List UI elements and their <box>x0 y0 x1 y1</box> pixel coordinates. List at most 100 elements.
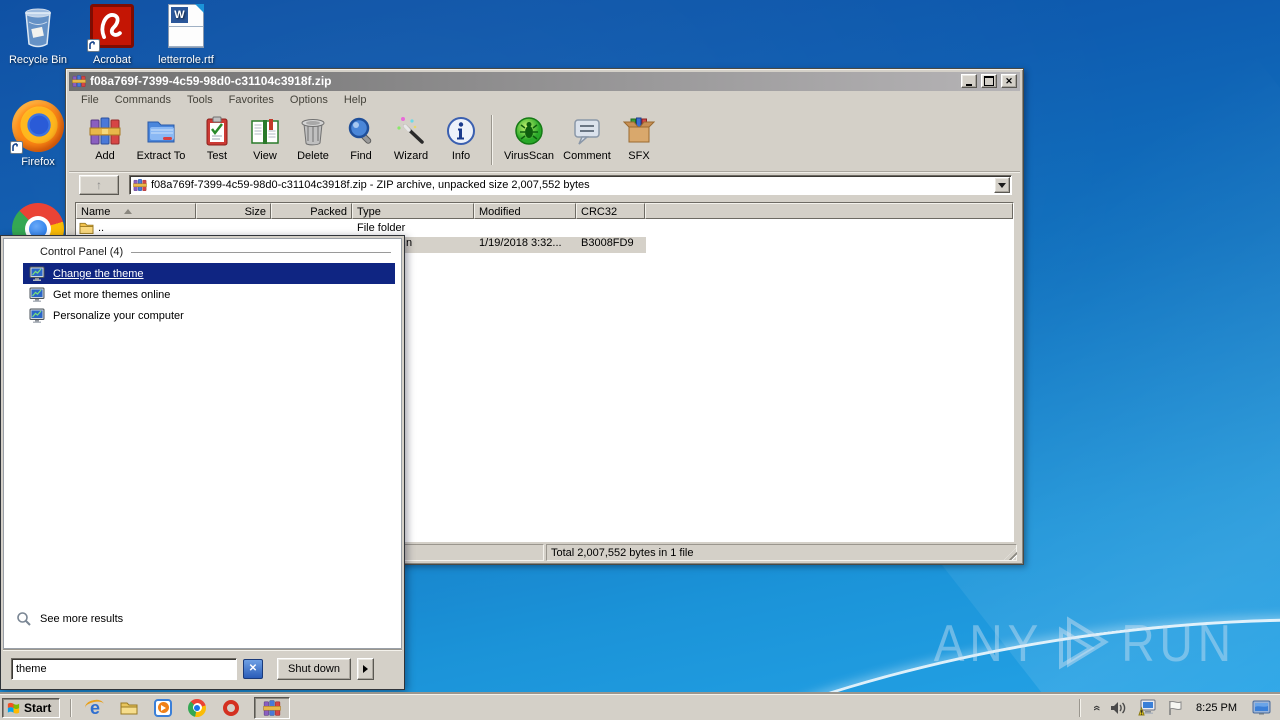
toolbar-label: View <box>253 149 277 162</box>
toolbar-label: Comment <box>563 149 611 162</box>
menu-file[interactable]: File <box>73 92 107 108</box>
search-results-panel: Control Panel (4) Change the theme Get m… <box>3 238 402 649</box>
toolbar-label: Extract To <box>136 149 186 162</box>
show-hidden-icons-chevron[interactable] <box>1094 702 1100 713</box>
recycle-bin-icon <box>15 4 61 50</box>
opera-icon <box>223 699 239 716</box>
system-tray: 8:25 PM <box>1079 695 1280 720</box>
window-title: f08a769f-7399-4c59-98d0-c31104c3918f.zip <box>90 74 332 89</box>
column-header-size[interactable]: Size <box>196 203 271 219</box>
toolbar-comment-button[interactable]: Comment <box>559 112 615 170</box>
toolbar-separator <box>491 114 493 165</box>
clear-search-button[interactable] <box>243 658 263 679</box>
toolbar-add-button[interactable]: Add <box>81 112 129 170</box>
toolbar-find-button[interactable]: Find <box>337 112 385 170</box>
folder-explorer-icon <box>120 700 138 716</box>
add-archive-icon <box>89 115 121 147</box>
toolbar-virusscan-button[interactable]: VirusScan <box>499 112 559 170</box>
acrobat-icon <box>87 4 135 52</box>
toolbar-label: Delete <box>297 149 329 162</box>
toolbar-label: Test <box>206 149 228 162</box>
toolbar-view-button[interactable]: View <box>241 112 289 170</box>
result-item-more-themes[interactable]: Get more themes online <box>23 284 395 305</box>
toolbar-sfx-button[interactable]: SFX <box>615 112 663 170</box>
file-name: .. <box>98 222 105 234</box>
address-dropdown-button[interactable] <box>994 177 1010 194</box>
start-button[interactable]: Start <box>2 697 60 718</box>
search-input[interactable] <box>16 662 232 675</box>
delete-trash-icon <box>297 115 329 147</box>
start-button-label: Start <box>24 700 52 715</box>
address-text: f08a769f-7399-4c59-98d0-c31104c3918f.zip… <box>151 179 590 192</box>
menu-favorites[interactable]: Favorites <box>221 92 282 108</box>
toolbar-label: SFX <box>628 149 650 162</box>
column-header-name[interactable]: Name <box>76 203 196 219</box>
toolbar-wizard-button[interactable]: Wizard <box>385 112 437 170</box>
volume-icon[interactable] <box>1109 700 1127 716</box>
see-more-results[interactable]: See more results <box>16 608 395 630</box>
watermark-text-any: ANY <box>933 613 1044 673</box>
result-item-label: Change the theme <box>53 267 144 280</box>
toolbar-info-button[interactable]: Info <box>437 112 485 170</box>
toolbar-delete-button[interactable]: Delete <box>289 112 337 170</box>
minimize-button[interactable] <box>961 74 977 89</box>
taskbar: Start e « 8:25 PM <box>0 694 1280 720</box>
internet-explorer-ring <box>83 697 106 714</box>
toolbar-label: Wizard <box>393 149 429 162</box>
quicklaunch-explorer[interactable] <box>118 697 140 719</box>
column-header-modified[interactable]: Modified <box>474 203 576 219</box>
toolbar-extract-button[interactable]: Extract To <box>129 112 193 170</box>
file-modified: 1/19/2018 3:32... <box>479 237 562 249</box>
address-combobox[interactable]: f08a769f-7399-4c59-98d0-c31104c3918f.zip… <box>129 175 1012 196</box>
action-center-flag-icon[interactable] <box>1167 699 1183 716</box>
column-header-crc32[interactable]: CRC32 <box>576 203 645 219</box>
quicklaunch-internet-explorer[interactable] <box>83 697 106 719</box>
result-item-personalize[interactable]: Personalize your computer <box>23 305 395 326</box>
show-desktop-icon[interactable] <box>1252 700 1271 716</box>
desktop-icon-label: Recycle Bin <box>8 54 68 66</box>
menu-options[interactable]: Options <box>282 92 336 108</box>
folder-icon <box>79 221 94 234</box>
shutdown-button[interactable]: Shut down <box>277 657 351 680</box>
winrar-titlebar[interactable]: f08a769f-7399-4c59-98d0-c31104c3918f.zip <box>69 72 1020 91</box>
toolbar-label: VirusScan <box>504 149 554 162</box>
maximize-button[interactable] <box>981 74 997 89</box>
quicklaunch-media-player[interactable] <box>152 697 174 719</box>
start-menu-bottom-band: Shut down <box>3 649 402 687</box>
comment-bubble-icon <box>571 115 603 147</box>
search-box[interactable] <box>11 657 237 680</box>
wizard-wand-icon <box>395 115 427 147</box>
anyrun-watermark: ANY RUN <box>934 614 1236 672</box>
result-group-header[interactable]: Control Panel (4) <box>40 246 391 258</box>
winrar-archive-icon <box>133 178 147 192</box>
up-directory-button[interactable] <box>79 175 119 196</box>
menu-help[interactable]: Help <box>336 92 375 108</box>
tray-separator <box>1079 698 1082 717</box>
winrar-address-row: f08a769f-7399-4c59-98d0-c31104c3918f.zip… <box>69 172 1020 198</box>
view-book-icon <box>249 115 281 147</box>
file-type-fragment: n <box>406 237 413 249</box>
winrar-icon <box>263 699 281 717</box>
results-empty-space <box>4 326 401 608</box>
winrar-toolbar: Add Extract To Test View Delete Find Wiz… <box>69 109 1020 173</box>
column-header-type[interactable]: Type <box>352 203 474 219</box>
taskbar-winrar-button[interactable] <box>254 696 290 719</box>
status-text: Total 2,007,552 bytes in 1 file <box>551 546 694 559</box>
network-warning-icon[interactable] <box>1137 699 1157 716</box>
menu-commands[interactable]: Commands <box>107 92 179 108</box>
quicklaunch-chrome[interactable] <box>186 697 208 719</box>
close-button[interactable] <box>1001 74 1017 89</box>
desktop-icon-recycle-bin[interactable]: Recycle Bin <box>0 4 76 66</box>
desktop-icon-acrobat[interactable]: Acrobat <box>74 4 150 66</box>
column-header-packed[interactable]: Packed <box>271 203 352 219</box>
shutdown-options-button[interactable] <box>356 657 374 680</box>
anyrun-logo-icon <box>1051 614 1113 672</box>
desktop-icon-letterrole[interactable]: letterrole.rtf <box>148 4 224 66</box>
sort-ascending-icon <box>124 205 133 214</box>
menu-tools[interactable]: Tools <box>179 92 221 108</box>
taskbar-clock[interactable]: 8:25 PM <box>1196 702 1237 714</box>
quicklaunch-opera[interactable] <box>220 697 242 719</box>
result-item-change-theme[interactable]: Change the theme <box>23 263 395 284</box>
windows-flag-icon <box>6 700 21 715</box>
toolbar-test-button[interactable]: Test <box>193 112 241 170</box>
